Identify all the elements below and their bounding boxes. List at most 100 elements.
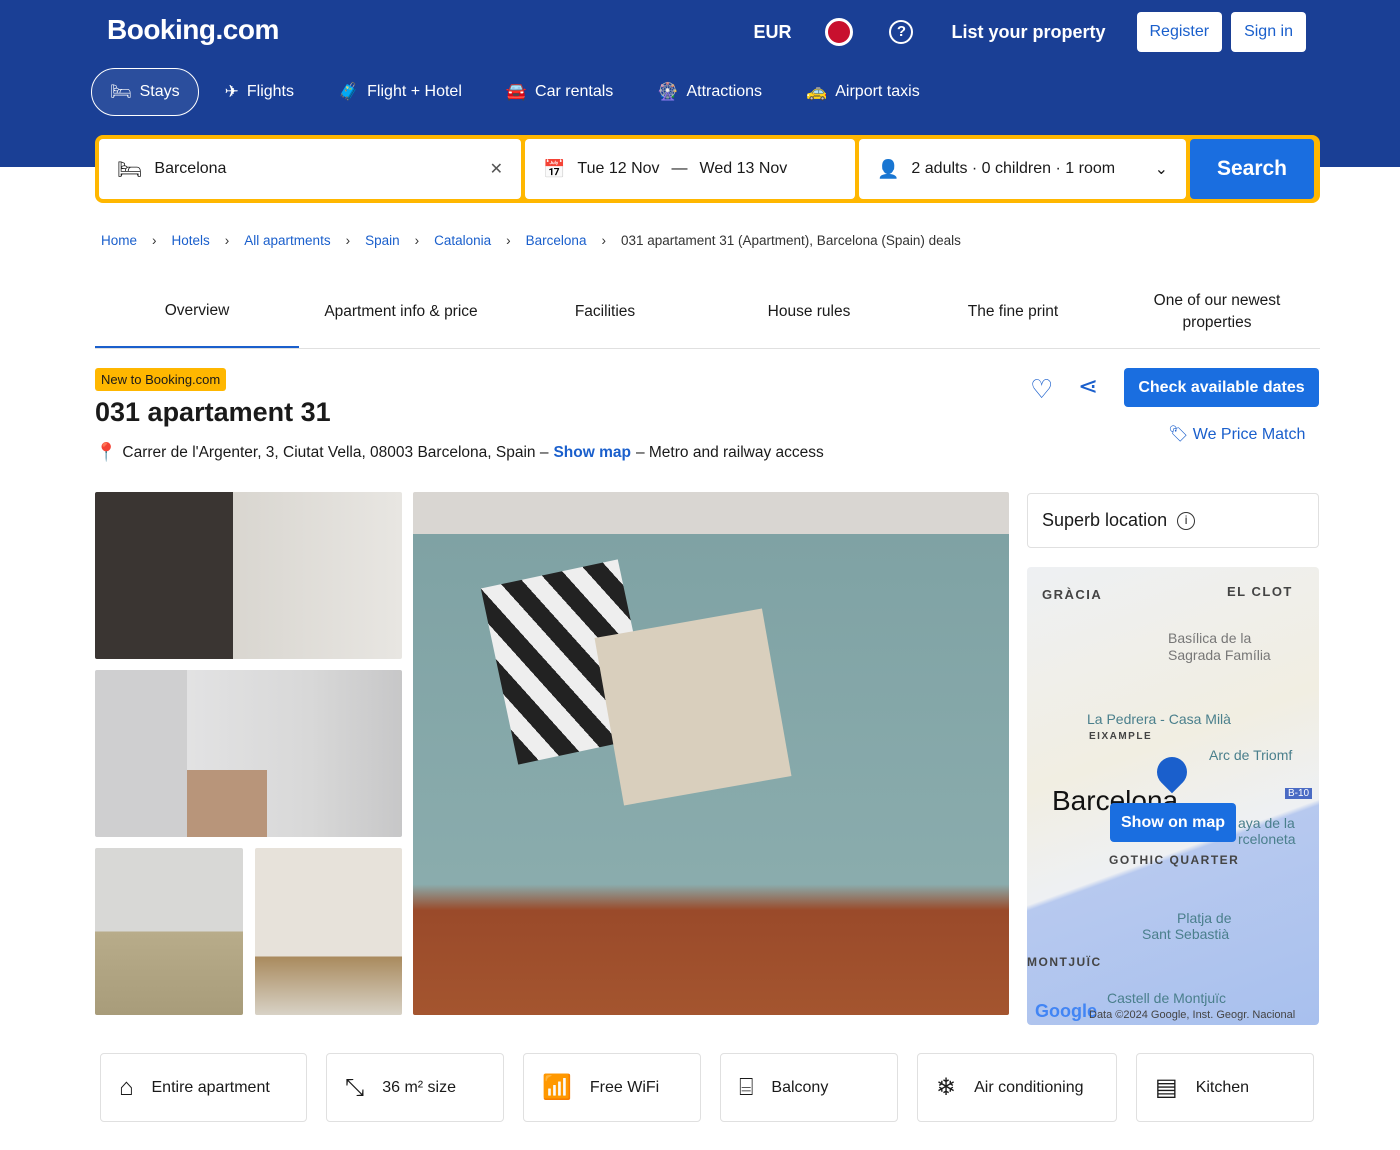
guests-input[interactable]: 👤 2 adults · 0 children · 1 room ⌄ xyxy=(859,139,1186,199)
date-to: Wed 13 Nov xyxy=(699,160,788,177)
tab-overview[interactable]: Overview xyxy=(95,276,299,348)
attractions-icon: 🎡 xyxy=(657,82,679,101)
check-dates-button[interactable]: Check available dates xyxy=(1124,368,1319,407)
kitchen-icon: ▤ xyxy=(1155,1074,1178,1101)
nav-flight-hotel[interactable]: 🧳 Flight + Hotel xyxy=(320,68,480,116)
snowflake-icon: ❄ xyxy=(936,1074,957,1101)
breadcrumb-catalonia[interactable]: Catalonia xyxy=(434,233,491,248)
date-dash: — xyxy=(671,160,688,177)
flight-hotel-icon: 🧳 xyxy=(337,82,360,101)
tab-apartment-info[interactable]: Apartment info & price xyxy=(299,276,503,348)
feature-label: Free WiFi xyxy=(589,1078,660,1096)
list-property-link[interactable]: List your property xyxy=(951,22,1105,43)
house-icon: ⌂ xyxy=(119,1073,134,1101)
nav-label: Stays xyxy=(139,83,180,100)
nav-stays[interactable]: 🛏 Stays xyxy=(91,68,199,116)
wifi-icon: 📶 xyxy=(542,1074,572,1101)
location-label: Superb location xyxy=(1042,510,1168,530)
share-icon[interactable]: ⋖ xyxy=(1078,372,1098,401)
guests-value: 2 adults · 0 children · 1 room xyxy=(911,160,1116,177)
tab-newest[interactable]: One of our newest properties xyxy=(1115,276,1319,348)
person-icon: 👤 xyxy=(877,158,900,179)
map-label: Sagrada Família xyxy=(1168,647,1271,663)
map-label: GOTHIC QUARTER xyxy=(1109,853,1240,867)
show-on-map-button[interactable]: Show on map xyxy=(1110,803,1236,842)
bed-icon: 🛏 xyxy=(117,158,143,181)
help-icon[interactable]: ? xyxy=(889,20,914,44)
info-icon[interactable]: i xyxy=(1177,511,1196,530)
nav-attractions[interactable]: 🎡 Attractions xyxy=(639,68,780,116)
feature-label: 36 m² size xyxy=(382,1078,456,1096)
currency-button[interactable]: EUR xyxy=(753,22,791,43)
nav-airport-taxis[interactable]: 🚕 Airport taxis xyxy=(788,68,938,116)
property-tabs: Overview Apartment info & price Faciliti… xyxy=(95,276,1320,349)
nav-label: Airport taxis xyxy=(835,83,920,100)
photo-main-sofa[interactable] xyxy=(413,492,1009,1015)
calendar-icon: 📅 xyxy=(543,158,566,179)
chevron-down-icon: ⌄ xyxy=(1154,161,1168,178)
new-badge: New to Booking.com xyxy=(95,368,227,391)
breadcrumb-apartments[interactable]: All apartments xyxy=(244,233,330,248)
register-button[interactable]: Register xyxy=(1136,12,1223,52)
feature-balcony: ⌸ Balcony xyxy=(720,1053,898,1122)
uk-flag-icon[interactable] xyxy=(825,18,854,46)
google-logo: Google xyxy=(1035,1001,1097,1021)
show-map-link[interactable]: Show map xyxy=(553,444,631,462)
photo-door[interactable] xyxy=(95,492,402,659)
map-label: rceloneta xyxy=(1238,831,1296,847)
breadcrumb-barcelona[interactable]: Barcelona xyxy=(526,233,587,248)
tab-house-rules[interactable]: House rules xyxy=(707,276,911,348)
photo-bathroom[interactable] xyxy=(95,670,402,837)
destination-input[interactable]: 🛏 Barcelona ✕ xyxy=(99,139,521,199)
sign-in-button[interactable]: Sign in xyxy=(1231,12,1306,52)
beige-pillow xyxy=(594,608,792,806)
feature-entire-apartment: ⌂ Entire apartment xyxy=(100,1053,307,1122)
breadcrumb-spain[interactable]: Spain xyxy=(365,233,400,248)
map-credit: Data ©2024 Google, Inst. Geogr. Nacional xyxy=(1089,1009,1296,1021)
map-preview[interactable]: GRÀCIA EL CLOT Basílica de la Sagrada Fa… xyxy=(1027,567,1319,1025)
search-bar: 🛏 Barcelona ✕ 📅 Tue 12 Nov — Wed 13 Nov … xyxy=(95,135,1320,203)
feature-label: Entire apartment xyxy=(151,1078,270,1096)
search-button[interactable]: Search xyxy=(1190,139,1314,199)
map-label: Platja de xyxy=(1177,910,1232,926)
product-nav: 🛏 Stays ✈ Flights 🧳 Flight + Hotel 🚘 Car ren… xyxy=(91,68,938,116)
clear-icon[interactable]: ✕ xyxy=(490,159,503,179)
tab-facilities[interactable]: Facilities xyxy=(503,276,707,348)
feature-label: Balcony xyxy=(771,1078,829,1096)
breadcrumb: Home › Hotels › All apartments › Spain › Cat… xyxy=(101,233,961,248)
feature-kitchen: ▤ Kitchen xyxy=(1136,1053,1314,1122)
plane-icon: ✈ xyxy=(224,82,239,101)
tab-fine-print[interactable]: The fine print xyxy=(911,276,1115,348)
nav-label: Flights xyxy=(246,83,294,100)
heart-icon[interactable]: ♡ xyxy=(1030,374,1053,405)
feature-wifi: 📶 Free WiFi xyxy=(523,1053,701,1122)
address-suffix: – Metro and railway access xyxy=(635,443,824,461)
map-label: GRÀCIA xyxy=(1042,587,1103,602)
dates-input[interactable]: 📅 Tue 12 Nov — Wed 13 Nov xyxy=(525,139,855,199)
breadcrumb-home[interactable]: Home xyxy=(101,233,137,248)
destination-value: Barcelona xyxy=(154,160,227,177)
feature-label: Kitchen xyxy=(1195,1078,1250,1096)
map-label: Sant Sebastià xyxy=(1142,926,1230,942)
map-label: Basílica de la xyxy=(1168,630,1252,646)
map-label: Castell de Montjuïc xyxy=(1107,990,1227,1006)
map-label: aya de la xyxy=(1238,815,1295,831)
logo[interactable]: Booking.com xyxy=(107,14,279,46)
taxi-icon: 🚕 xyxy=(806,82,828,101)
nav-label: Flight + Hotel xyxy=(367,83,462,100)
nav-flights[interactable]: ✈ Flights xyxy=(207,68,312,116)
nav-car-rentals[interactable]: 🚘 Car rentals xyxy=(488,68,631,116)
nav-label: Attractions xyxy=(686,83,763,100)
price-match-link[interactable]: 🏷 We Price Match xyxy=(1168,424,1305,444)
date-from: Tue 12 Nov xyxy=(577,160,660,177)
breadcrumb-hotels[interactable]: Hotels xyxy=(172,233,210,248)
photo-bedroom[interactable] xyxy=(95,848,243,1015)
sink-cabinet xyxy=(187,770,267,837)
superb-location: Superb location i xyxy=(1027,493,1319,548)
address-text: Carrer de l'Argenter, 3, Ciutat Vella, 0… xyxy=(122,443,549,461)
property-address: 📍 Carrer de l'Argenter, 3, Ciutat Vella,… xyxy=(95,442,824,463)
feature-size: ⤡ 36 m² size xyxy=(326,1053,504,1122)
size-icon: ⤡ xyxy=(345,1073,365,1101)
photo-kitchen[interactable] xyxy=(255,848,402,1015)
breadcrumb-current: 031 apartament 31 (Apartment), Barcelona… xyxy=(620,233,961,248)
